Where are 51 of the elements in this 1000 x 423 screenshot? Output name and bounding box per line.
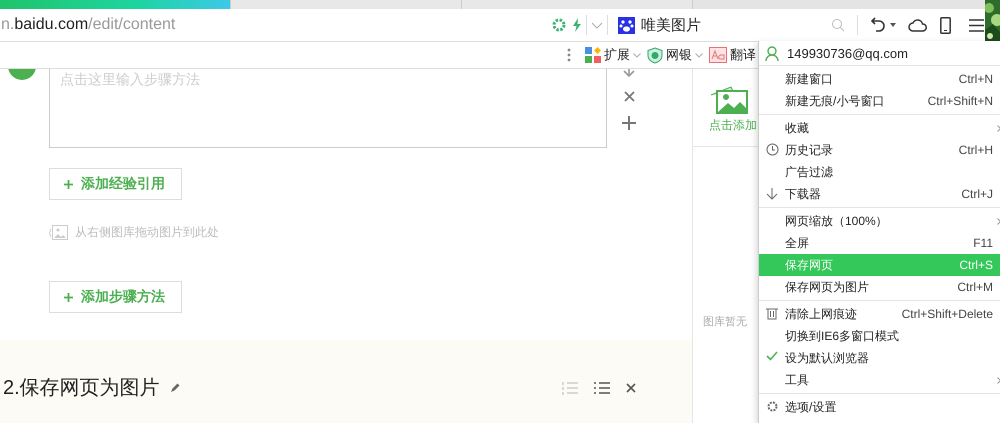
- search-field[interactable]: 唯美图片: [641, 16, 831, 34]
- menu-item[interactable]: 保存网页为图片 Ctrl+M: [759, 276, 1000, 298]
- pencil-icon[interactable]: [170, 382, 180, 392]
- translate-icon: [709, 47, 727, 63]
- close-icon[interactable]: [626, 382, 636, 392]
- move-down-icon[interactable]: [622, 69, 636, 77]
- menu-item[interactable]: 清除上网痕迹 Ctrl+Shift+Delete: [759, 303, 1000, 325]
- more-dots-icon[interactable]: [567, 48, 571, 62]
- plus-icon: [64, 292, 73, 302]
- lightning-icon[interactable]: [572, 18, 582, 32]
- menu-item[interactable]: 选项/设置: [759, 396, 1000, 418]
- menu-icon[interactable]: [969, 18, 984, 32]
- blocks-icon: [585, 47, 601, 63]
- user-icon: [765, 46, 779, 60]
- menu-item[interactable]: 网页缩放（100%）: [759, 210, 1000, 232]
- search-icon[interactable]: [831, 18, 845, 32]
- toolbar-button[interactable]: 翻译: [730, 46, 756, 64]
- image-icon: [49, 224, 69, 240]
- trash-icon: [766, 307, 778, 320]
- undo-icon[interactable]: [870, 17, 886, 33]
- settings-icon: [766, 400, 778, 413]
- menu-item[interactable]: 新建无痕/小号窗口 Ctrl+Shift+N: [759, 90, 1000, 112]
- loading-icon[interactable]: [552, 18, 566, 32]
- plus-icon: [64, 180, 73, 188]
- menu-item[interactable]: 工具: [759, 369, 1000, 391]
- menu-item[interactable]: 设为默认浏览器: [759, 347, 1000, 369]
- cloud-icon[interactable]: [908, 18, 928, 32]
- account-email[interactable]: 149930736@qq.com: [787, 46, 908, 60]
- shield-icon: [647, 46, 663, 64]
- add-image-icon[interactable]: [709, 85, 749, 115]
- caret-icon[interactable]: [890, 23, 896, 27]
- menu-item[interactable]: 下载器 Ctrl+J: [759, 183, 1000, 205]
- menu-item[interactable]: 广告过滤: [759, 161, 1000, 183]
- drag-hint-text: 从右侧图库拖动图片到此处: [75, 224, 219, 241]
- down-arrow-icon: [766, 187, 778, 200]
- chevron-down-icon[interactable]: [591, 22, 603, 28]
- plus-icon[interactable]: [622, 116, 636, 130]
- menu-item[interactable]: 历史记录 Ctrl+H: [759, 139, 1000, 161]
- menu-item[interactable]: 新建窗口 Ctrl+N: [759, 68, 1000, 90]
- toolbar-button[interactable]: 网银: [666, 46, 692, 64]
- step-title: 2.保存网页为图片: [3, 376, 160, 401]
- menu-item[interactable]: 收藏: [759, 117, 1000, 139]
- close-icon[interactable]: [624, 91, 634, 102]
- url-text[interactable]: n.baidu.com/edit/content: [1, 16, 176, 34]
- list-icon[interactable]: [594, 380, 610, 394]
- menu-item[interactable]: 全屏 F11: [759, 232, 1000, 254]
- menu-item[interactable]: 切换到IE6多窗口模式: [759, 325, 1000, 347]
- paw-icon[interactable]: [618, 16, 635, 34]
- phone-icon[interactable]: [940, 16, 951, 34]
- toolbar-button[interactable]: 扩展: [604, 46, 630, 64]
- clock-icon: [766, 143, 778, 156]
